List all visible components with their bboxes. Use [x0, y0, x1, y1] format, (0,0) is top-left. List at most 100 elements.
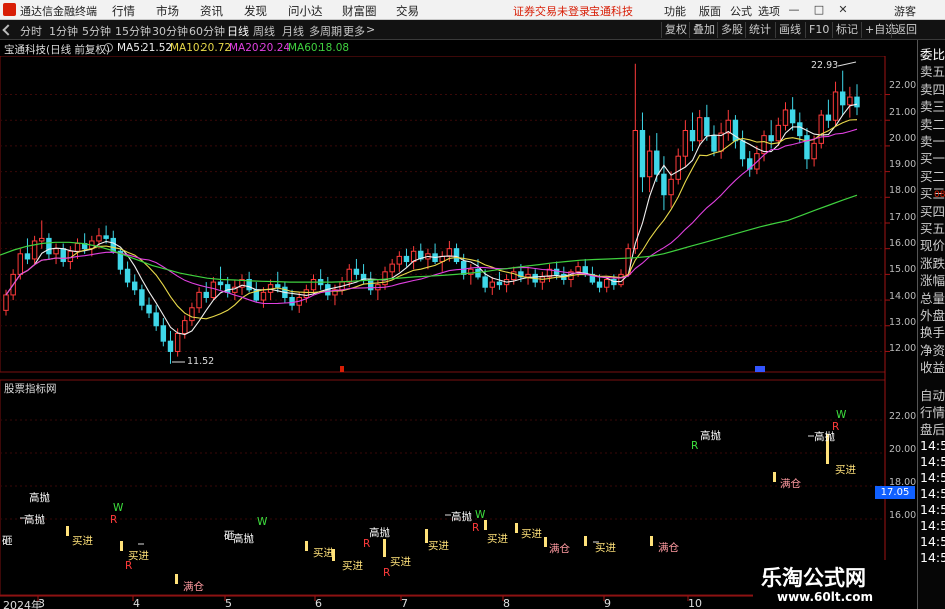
- candle-body: [210, 281, 217, 298]
- tab-multi-period[interactable]: 多周期: [309, 23, 342, 39]
- more-chevron-icon[interactable]: >: [366, 23, 375, 36]
- buy-signal: 买进: [521, 528, 542, 540]
- candle-body: [224, 284, 231, 293]
- candle-body: [460, 261, 467, 275]
- price-tick-16: 16.00: [889, 238, 917, 249]
- buy-signal-bar: [120, 541, 123, 551]
- settings-gear-icon[interactable]: [104, 43, 113, 52]
- ma10-label: MA10:: [170, 42, 204, 54]
- ma20-label: MA20:: [229, 42, 263, 54]
- menu-formula[interactable]: 公式: [730, 3, 752, 19]
- current-price-badge: 17.05: [875, 486, 915, 499]
- candle-body: [646, 150, 653, 178]
- candle-body: [804, 135, 810, 160]
- menu-function[interactable]: 功能: [664, 3, 686, 19]
- price-tick-18: 18.00: [889, 185, 917, 196]
- candle-body: [96, 235, 102, 242]
- candle-body: [811, 142, 817, 160]
- ma-info-bar: 宝通科技(日线 前复权) MA5: 21.52 MA10: 20.72 MA20…: [0, 40, 917, 56]
- menu-news[interactable]: 资讯: [200, 3, 223, 19]
- r-signal: R: [472, 522, 480, 534]
- mark-button[interactable]: 标记: [832, 22, 861, 38]
- x-label-year: 2024年: [3, 599, 42, 609]
- menu-ask[interactable]: 问小达: [288, 3, 323, 19]
- sell-signal: 高抛: [700, 430, 721, 442]
- login-alert[interactable]: 证券交易未登录: [513, 3, 590, 19]
- guest-label[interactable]: 游客: [894, 3, 916, 19]
- menu-market[interactable]: 市场: [156, 3, 179, 19]
- high-price-label: 22.93: [811, 60, 839, 71]
- candle-body: [689, 130, 696, 142]
- maximize-button[interactable]: □: [812, 2, 826, 17]
- draw-line-button[interactable]: 画线: [775, 22, 804, 38]
- quote-row-label: 外盘: [920, 308, 945, 323]
- back-arrow-icon[interactable]: [2, 24, 14, 36]
- app-logo-icon: [3, 3, 16, 16]
- menu-options[interactable]: 选项: [758, 3, 780, 19]
- menu-quotes[interactable]: 行情: [112, 3, 135, 19]
- watermark-url: www.60lt.com: [777, 590, 874, 604]
- tick-time-label: 14:56: [920, 454, 945, 469]
- tab-more[interactable]: 更多: [343, 23, 365, 39]
- quote-row-label: 买四: [920, 203, 945, 219]
- candle-body: [782, 109, 789, 126]
- candle-body: [739, 140, 746, 160]
- watermark-title: 乐淘公式网: [761, 566, 866, 590]
- w-signal: W: [836, 409, 847, 421]
- ma60-label: MA60:: [288, 42, 322, 54]
- x-label-month-5: 5: [225, 597, 232, 609]
- stone-signal: 砸: [224, 530, 235, 542]
- quote-row-label: 净资: [920, 342, 945, 358]
- candle-body: [46, 237, 52, 255]
- overlay-button[interactable]: 叠加: [689, 22, 718, 38]
- indicator-title: 股票指标网: [4, 383, 57, 395]
- candle-body: [496, 281, 503, 286]
- buy-signal-bar: [383, 539, 386, 557]
- sell-signal: 高抛: [451, 511, 472, 523]
- tick-time-label: 14:56: [920, 518, 945, 533]
- r-signal: R: [832, 421, 840, 433]
- price-pane-frame: [0, 56, 886, 373]
- buy-signal-bar: [515, 523, 518, 533]
- tab-5min[interactable]: 5分钟: [82, 23, 111, 39]
- candle-body: [3, 294, 9, 311]
- watermark: 乐淘公式网 www.60lt.com: [753, 560, 917, 609]
- tab-monthly[interactable]: 月线: [282, 23, 304, 39]
- tab-daily[interactable]: 日线: [227, 23, 249, 39]
- buy-signal: 买进: [390, 556, 411, 568]
- candle-body: [696, 117, 703, 142]
- quote-row-label: 买一: [920, 151, 945, 167]
- x-label-month-3: 3: [38, 597, 45, 609]
- kline-chart[interactable]: [0, 56, 917, 609]
- multi-stock-button[interactable]: 多股: [717, 22, 746, 38]
- candle-body: [189, 307, 195, 322]
- buy-signal-bar: [773, 472, 776, 482]
- candle-body: [525, 273, 531, 278]
- return-button[interactable]: 返回: [891, 22, 920, 38]
- close-button[interactable]: ✕: [836, 2, 850, 17]
- tab-60min[interactable]: 60分钟: [189, 23, 225, 39]
- statistics-button[interactable]: 统计: [745, 22, 774, 38]
- candle-body: [789, 109, 796, 124]
- f10-button[interactable]: F10: [805, 22, 832, 38]
- menu-trade[interactable]: 交易: [396, 3, 419, 19]
- tab-intraday[interactable]: 分时: [20, 23, 42, 39]
- adjust-button[interactable]: 复权: [661, 22, 690, 38]
- x-label-month-6: 6: [315, 597, 322, 609]
- minimize-button[interactable]: —: [787, 2, 801, 17]
- candle-body: [446, 248, 453, 257]
- menu-layout[interactable]: 版面: [699, 3, 721, 19]
- tick-time-label: 14:56: [920, 438, 945, 453]
- price-tick-19: 19.00: [889, 159, 917, 170]
- tab-1min[interactable]: 1分钟: [49, 23, 78, 39]
- candle-body: [60, 248, 66, 263]
- w-signal: W: [257, 516, 268, 528]
- candle-body: [132, 281, 138, 291]
- candle-body: [53, 248, 59, 255]
- price-tick-14: 14.00: [889, 291, 917, 302]
- tab-15min[interactable]: 15分钟: [115, 23, 151, 39]
- menu-discover[interactable]: 发现: [244, 3, 267, 19]
- menu-wealth[interactable]: 财富圈: [342, 3, 377, 19]
- tab-weekly[interactable]: 周线: [253, 23, 275, 39]
- tab-30min[interactable]: 30分钟: [152, 23, 188, 39]
